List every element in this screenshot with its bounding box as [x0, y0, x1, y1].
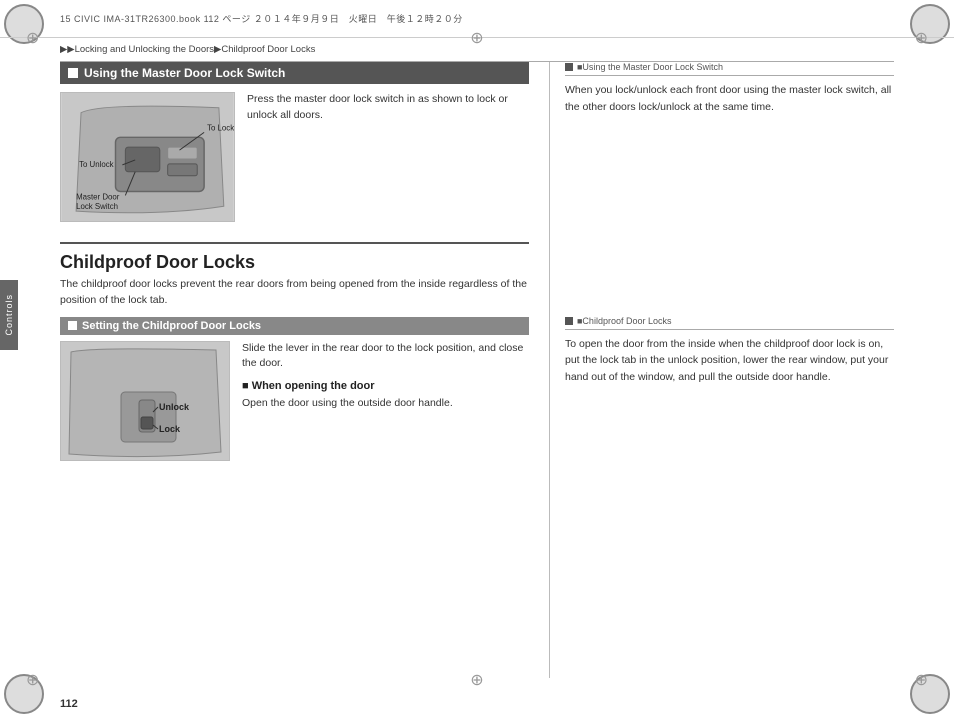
left-column: Using the Master Door Lock Switch	[60, 62, 550, 678]
svg-text:To Lock: To Lock	[207, 123, 234, 132]
note-header-square	[565, 63, 573, 71]
heading-square-icon	[68, 68, 78, 78]
master-door-section-heading: Using the Master Door Lock Switch	[60, 62, 529, 84]
right-column: ■Using the Master Door Lock Switch When …	[550, 62, 894, 678]
svg-text:Lock: Lock	[159, 424, 181, 434]
master-door-info-box: ■Using the Master Door Lock Switch When …	[565, 62, 894, 116]
master-door-note-header-text: ■Using the Master Door Lock Switch	[577, 62, 723, 72]
childproof-setting-heading-text: Setting the Childproof Door Locks	[82, 320, 261, 332]
crosshair-br: ⊕	[915, 670, 928, 690]
crosshair-bl: ⊕	[26, 670, 39, 690]
childproof-svg: Unlock Lock	[61, 342, 230, 461]
crosshair-bc: ⊕	[470, 670, 483, 690]
master-door-heading-text: Using the Master Door Lock Switch	[84, 66, 285, 80]
sub-heading-square-icon	[68, 321, 77, 330]
childproof-content: Unlock Lock Slide the lever in the rear …	[60, 341, 529, 469]
crosshair-tc: ⊕	[470, 28, 483, 48]
svg-text:Unlock: Unlock	[159, 402, 190, 412]
childproof-title: Childproof Door Locks	[60, 242, 529, 273]
master-door-note-text: When you lock/unlock each front door usi…	[565, 82, 894, 116]
childproof-note-header: ■Childproof Door Locks	[565, 316, 894, 330]
childproof-door-image: Unlock Lock	[60, 341, 230, 461]
header-japanese-text: 15 CIVIC IMA-31TR26300.book 112 ページ ２０１４…	[60, 12, 463, 25]
side-tab-label: Controls	[4, 294, 14, 336]
childproof-info-box: ■Childproof Door Locks To open the door …	[565, 316, 894, 386]
childproof-note-header-square	[565, 317, 573, 325]
crosshair-tl: ⊕	[26, 28, 39, 48]
childproof-note-header-text: ■Childproof Door Locks	[577, 316, 671, 326]
master-door-note-header: ■Using the Master Door Lock Switch	[565, 62, 894, 76]
childproof-note-text: To open the door from the inside when th…	[565, 336, 894, 386]
door-lock-svg: To Lock To Unlock Master Door Lock Switc…	[61, 93, 234, 221]
svg-text:To Unlock: To Unlock	[79, 160, 114, 169]
breadcrumb-text: ▶▶Locking and Unlocking the Doors▶Childp…	[60, 44, 315, 55]
door-lock-image: To Lock To Unlock Master Door Lock Switc…	[60, 92, 235, 222]
crosshair-tr: ⊕	[915, 28, 928, 48]
childproof-setting-heading: Setting the Childproof Door Locks	[60, 317, 529, 335]
master-door-content: To Lock To Unlock Master Door Lock Switc…	[60, 92, 529, 230]
side-tab-controls: Controls	[0, 280, 18, 350]
childproof-body-text: The childproof door locks prevent the re…	[60, 277, 529, 309]
svg-text:Master Door: Master Door	[76, 192, 120, 201]
page-number: 112	[60, 698, 78, 710]
main-content: Using the Master Door Lock Switch	[60, 62, 894, 678]
svg-text:Lock Switch: Lock Switch	[76, 202, 118, 211]
